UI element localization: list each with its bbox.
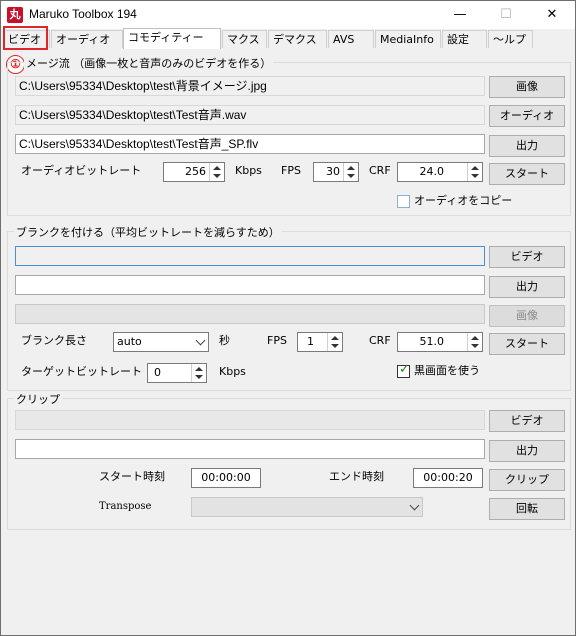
- tab-demux[interactable]: デマクス: [268, 30, 327, 48]
- audio-bitrate-value: 256: [185, 165, 206, 178]
- window-title: Maruko Toolbox 194: [29, 7, 137, 21]
- image-path-field[interactable]: C:\Users\95334\Desktop\test\背景イメージ.jpg: [15, 76, 485, 96]
- tab-highlight-box: [3, 26, 48, 50]
- blank-image-input: [15, 304, 485, 324]
- output-button[interactable]: 出力: [489, 135, 565, 157]
- spinner-arrows-icon[interactable]: [327, 333, 342, 351]
- clip-output-button[interactable]: 出力: [489, 440, 565, 462]
- end-time-input[interactable]: 00:00:20: [413, 468, 483, 488]
- blank-fps-label: FPS: [267, 334, 287, 347]
- blank-length-value: auto: [117, 335, 142, 348]
- blank-output-input[interactable]: [15, 275, 485, 295]
- tab-avs[interactable]: AVS: [328, 30, 374, 48]
- spinner-arrows-icon[interactable]: [467, 163, 482, 181]
- end-time-label: エンド時刻: [329, 470, 384, 483]
- chevron-down-icon: [195, 335, 206, 346]
- transpose-select[interactable]: [191, 497, 423, 517]
- tab-mediainfo[interactable]: MediaInfo: [375, 30, 441, 48]
- target-bitrate-unit: Kbps: [219, 365, 246, 378]
- copy-audio-checkbox[interactable]: [397, 195, 410, 208]
- blank-video-input[interactable]: [15, 246, 485, 266]
- app-logo-icon: 丸: [7, 7, 23, 23]
- clip-output-input[interactable]: [15, 439, 485, 459]
- transpose-label: Transpose: [99, 501, 152, 512]
- image-stream-title: メージ流 （画像一枚と音声のみのビデオを作る）: [24, 55, 274, 71]
- audio-bitrate-unit: Kbps: [235, 164, 262, 177]
- crf-label: CRF: [369, 164, 391, 177]
- chevron-down-icon: [409, 500, 420, 511]
- copy-audio-label: オーディオをコピー: [414, 194, 513, 207]
- clip-title: クリップ: [14, 391, 62, 407]
- audio-button[interactable]: オーディオ: [489, 105, 565, 127]
- tab-help[interactable]: 〜ルプ: [488, 30, 533, 48]
- audio-path-field[interactable]: C:\Users\95334\Desktop\test\Test音声.wav: [15, 105, 485, 125]
- spinner-arrows-icon[interactable]: [191, 364, 206, 382]
- target-bitrate-value: 0: [154, 366, 161, 379]
- clip-button[interactable]: クリップ: [489, 469, 565, 491]
- minimize-button[interactable]: —: [437, 1, 483, 29]
- blank-length-select[interactable]: auto: [113, 332, 209, 352]
- clip-video-input[interactable]: [15, 410, 485, 430]
- fps-label: FPS: [281, 164, 301, 177]
- blank-crf-label: CRF: [369, 334, 391, 347]
- blank-fps-value: 1: [307, 335, 314, 348]
- audio-bitrate-spinner[interactable]: 256: [163, 162, 225, 182]
- blank-add-title: ブランクを付ける（平均ビットレートを減らすため）: [14, 224, 282, 240]
- start-time-input[interactable]: 00:00:00: [191, 468, 261, 488]
- blank-crf-spinner[interactable]: 51.0: [397, 332, 483, 352]
- tab-mux[interactable]: マクス: [222, 30, 267, 48]
- tab-audio[interactable]: オーディオ: [51, 30, 123, 48]
- maximize-button[interactable]: ☐: [483, 1, 529, 29]
- fps-value: 30: [326, 165, 340, 178]
- spinner-arrows-icon[interactable]: [209, 163, 224, 181]
- tab-commodity[interactable]: コモディティー: [123, 28, 221, 49]
- black-screen-checkbox[interactable]: ✓: [397, 362, 410, 378]
- fps-spinner[interactable]: 30: [313, 162, 359, 182]
- spinner-arrows-icon[interactable]: [343, 163, 358, 181]
- crf-spinner[interactable]: 24.0: [397, 162, 483, 182]
- close-button[interactable]: ✕: [529, 1, 575, 29]
- tab-settings[interactable]: 設定: [442, 30, 487, 48]
- blank-video-button[interactable]: ビデオ: [489, 246, 565, 268]
- target-bitrate-label: ターゲットビットレート: [21, 365, 142, 378]
- target-bitrate-spinner[interactable]: 0: [147, 363, 207, 383]
- image-button[interactable]: 画像: [489, 76, 565, 98]
- title-bar: 丸 Maruko Toolbox 194 — ☐ ✕: [1, 1, 575, 29]
- app-window: 丸 Maruko Toolbox 194 — ☐ ✕ ビデオ オーディオ コモデ…: [0, 0, 576, 636]
- blank-start-button[interactable]: スタート: [489, 333, 565, 355]
- clip-video-button[interactable]: ビデオ: [489, 410, 565, 432]
- seconds-label: 秒: [219, 334, 230, 347]
- blank-fps-spinner[interactable]: 1: [297, 332, 343, 352]
- rotate-button[interactable]: 回転: [489, 498, 565, 520]
- black-screen-label: 黒画面を使う: [414, 364, 480, 377]
- blank-length-label: ブランク長さ: [21, 334, 87, 347]
- start-time-label: スタート時刻: [99, 470, 165, 483]
- blank-output-button[interactable]: 出力: [489, 276, 565, 298]
- spinner-arrows-icon[interactable]: [467, 333, 482, 351]
- checkmark-icon: ✓: [399, 362, 410, 377]
- output-path-field[interactable]: C:\Users\95334\Desktop\test\Test音声_SP.fl…: [15, 134, 485, 154]
- audio-bitrate-label: オーディオビットレート: [21, 164, 142, 177]
- tab-bar: ビデオ オーディオ コモディティー マクス デマクス AVS MediaInfo…: [1, 28, 575, 49]
- blank-crf-value: 51.0: [419, 335, 445, 348]
- crf-value: 24.0: [419, 165, 445, 178]
- start-button[interactable]: スタート: [489, 163, 565, 185]
- blank-image-button: 画像: [489, 305, 565, 327]
